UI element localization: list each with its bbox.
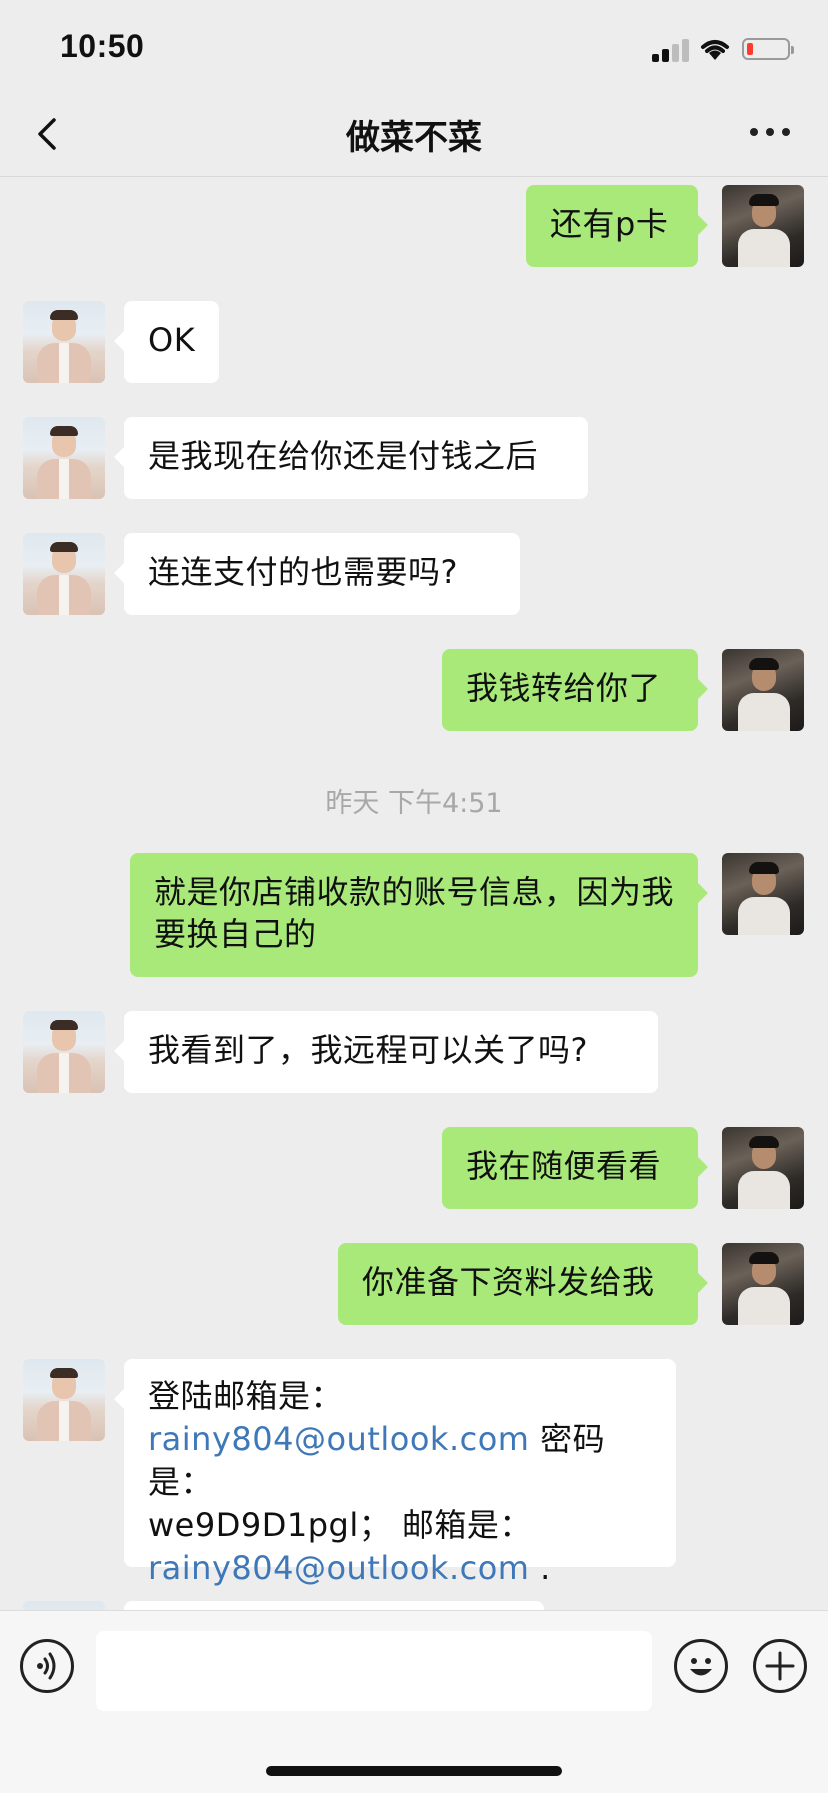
email-link[interactable]: rainy804@outlook.com <box>148 1549 529 1587</box>
home-indicator[interactable] <box>266 1766 562 1776</box>
message-text: OK <box>148 321 196 359</box>
message-text: we9D9D1pgl； 邮箱是： <box>148 1506 532 1544</box>
received-message[interactable]: OK <box>114 301 219 383</box>
timestamp: 昨天 下午4:51 <box>325 788 503 819</box>
contact-avatar[interactable] <box>23 1359 105 1441</box>
my-avatar[interactable] <box>722 1127 804 1209</box>
message-text: 你准备下资料发给我 <box>362 1263 655 1301</box>
my-avatar[interactable] <box>722 185 804 267</box>
plus-icon[interactable] <box>753 1639 807 1693</box>
chat-title: 做菜不菜 <box>346 118 482 158</box>
emoji-icon[interactable] <box>674 1639 728 1693</box>
message-text: 我在随便看看 <box>466 1147 662 1185</box>
message-text: 连连支付的也需要吗? <box>148 553 458 591</box>
input-bar <box>0 1610 828 1793</box>
cellular-signal-icon <box>652 38 692 62</box>
message-list[interactable]: 还有p卡 OK 是我现在给你还是付钱之后 连连支付的也需要吗? 我钱转给你了 昨… <box>0 177 828 1610</box>
message-text: 我钱转给你了 <box>466 669 662 707</box>
message-text: 登陆邮箱是： <box>148 1377 344 1415</box>
message-text: . <box>529 1549 551 1587</box>
voice-icon[interactable] <box>20 1639 74 1693</box>
message-text: 还有p卡 <box>550 205 669 243</box>
sent-message[interactable]: 你准备下资料发给我 <box>338 1243 708 1325</box>
battery-icon <box>742 38 794 60</box>
received-message[interactable] <box>124 1601 544 1610</box>
contact-avatar[interactable] <box>23 1011 105 1093</box>
contact-avatar[interactable] <box>23 417 105 499</box>
my-avatar[interactable] <box>722 853 804 935</box>
wifi-icon <box>701 40 729 60</box>
more-dots-icon[interactable] <box>750 128 794 138</box>
message-input[interactable] <box>96 1631 652 1711</box>
status-bar: 10:50 <box>0 0 828 100</box>
contact-avatar[interactable] <box>23 533 105 615</box>
email-link[interactable]: rainy804@outlook.com <box>148 1420 529 1458</box>
contact-avatar[interactable] <box>23 301 105 383</box>
status-time: 10:50 <box>60 28 145 64</box>
my-avatar[interactable] <box>722 1243 804 1325</box>
received-message[interactable]: 是我现在给你还是付钱之后 <box>114 417 588 499</box>
message-text: 我看到了，我远程可以关了吗? <box>148 1031 588 1069</box>
sent-message[interactable]: 我在随便看看 <box>442 1127 708 1209</box>
received-message[interactable]: 我看到了，我远程可以关了吗? <box>114 1011 658 1093</box>
sent-message[interactable]: 就是你店铺收款的账号信息，因为我要换自己的 <box>130 853 708 977</box>
contact-avatar[interactable] <box>23 1601 105 1610</box>
received-message[interactable]: 登陆邮箱是： rainy804@outlook.com 密码是： we9D9D1… <box>114 1359 676 1587</box>
received-message[interactable]: 连连支付的也需要吗? <box>114 533 520 615</box>
chat-header: 做菜不菜 <box>0 100 828 177</box>
message-text: 是我现在给你还是付钱之后 <box>148 437 539 475</box>
sent-message[interactable]: 还有p卡 <box>526 185 708 267</box>
message-text: 就是你店铺收款的账号信息，因为我要换自己的 <box>154 873 675 953</box>
sent-message[interactable]: 我钱转给你了 <box>442 649 708 731</box>
my-avatar[interactable] <box>722 649 804 731</box>
